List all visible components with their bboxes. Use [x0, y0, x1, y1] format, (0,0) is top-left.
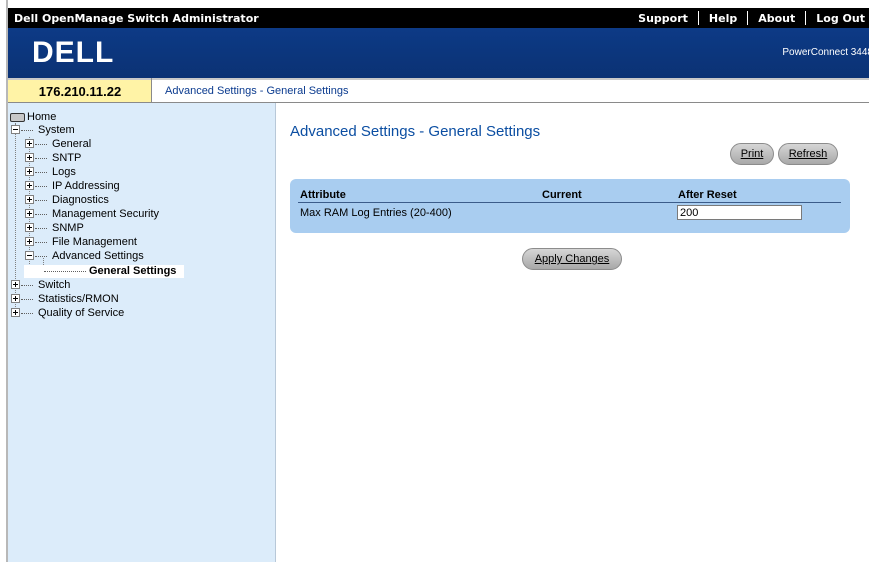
after-reset-input[interactable]: [677, 205, 802, 220]
tree-item-statistics-rmon[interactable]: Statistics/RMON: [11, 293, 119, 306]
tree-label: Management Security: [52, 208, 159, 220]
tree-connector: [35, 213, 47, 215]
header-banner: DELL PowerConnect 3448: [8, 28, 869, 78]
expand-icon[interactable]: [25, 222, 34, 232]
tree-label: General: [52, 138, 92, 150]
tree-item-quality-of-service[interactable]: Quality of Service: [11, 307, 124, 320]
tree-connector: [35, 157, 47, 159]
tree-item-file-management[interactable]: File Management: [25, 236, 137, 249]
header-divider: [298, 202, 841, 203]
tree-item-general-settings[interactable]: General Settings: [24, 265, 184, 278]
support-link[interactable]: Support: [628, 12, 698, 25]
tree-item-logs[interactable]: Logs: [25, 166, 76, 179]
dell-logo-text: DELL: [32, 36, 114, 66]
column-header-after-reset: After Reset: [678, 189, 737, 201]
tree-connector: [35, 241, 47, 243]
window-left-edge: [0, 0, 8, 562]
tree-connector: [21, 312, 33, 314]
tree-label: Diagnostics: [52, 194, 109, 206]
help-link[interactable]: Help: [699, 12, 747, 25]
top-links: Support Help About Log Out: [628, 8, 869, 28]
tree-connector: [35, 227, 47, 229]
expand-icon[interactable]: [11, 279, 20, 289]
expand-icon[interactable]: [25, 180, 34, 190]
tree-item-home[interactable]: Home: [10, 111, 56, 124]
tree-connector: [35, 199, 47, 201]
column-header-current: Current: [542, 189, 582, 201]
tree-connector: [35, 143, 47, 145]
tree-item-system[interactable]: System: [11, 124, 75, 137]
nav-tree: Home System General SNTP Logs IP Address…: [8, 103, 276, 562]
tree-label: Switch: [38, 279, 71, 291]
table-row-attribute: Max RAM Log Entries (20-400): [300, 207, 452, 219]
top-bar: Dell OpenManage Switch Administrator Sup…: [8, 8, 869, 28]
tree-item-diagnostics[interactable]: Diagnostics: [25, 194, 109, 207]
tree-connector: [21, 129, 33, 131]
tree-item-advanced-settings[interactable]: Advanced Settings: [25, 250, 144, 263]
tree-item-general[interactable]: General: [25, 138, 91, 151]
tree-item-ip-addressing[interactable]: IP Addressing: [25, 180, 120, 193]
tree-item-management-security[interactable]: Management Security: [25, 208, 159, 221]
expand-icon[interactable]: [11, 307, 20, 317]
page-title: Advanced Settings - General Settings: [290, 123, 541, 140]
model-name: PowerConnect 3448: [782, 47, 869, 58]
tree-label: Logs: [52, 166, 76, 178]
tree-item-switch[interactable]: Switch: [11, 279, 70, 292]
tree-item-snmp[interactable]: SNMP: [25, 222, 84, 235]
tree-label: System: [38, 124, 75, 136]
collapse-icon[interactable]: [25, 250, 34, 260]
tree-connector: [35, 255, 47, 257]
tree-connector: [35, 171, 47, 173]
expand-icon[interactable]: [25, 208, 34, 218]
home-drive-icon: [10, 112, 25, 122]
expand-icon[interactable]: [25, 236, 34, 246]
expand-icon[interactable]: [25, 166, 34, 176]
column-header-attribute: Attribute: [300, 189, 346, 201]
expand-icon[interactable]: [25, 138, 34, 148]
expand-icon[interactable]: [25, 152, 34, 162]
tree-connector: [44, 271, 86, 272]
tree-label: File Management: [52, 236, 137, 248]
about-link[interactable]: About: [748, 12, 805, 25]
expand-icon[interactable]: [11, 293, 20, 303]
tree-connector: [21, 298, 33, 300]
logout-link[interactable]: Log Out: [806, 12, 869, 25]
tree-label: SNMP: [52, 222, 84, 234]
apply-changes-button[interactable]: Apply Changes: [522, 248, 622, 270]
tree-label: SNTP: [52, 152, 82, 164]
refresh-button[interactable]: Refresh: [778, 143, 838, 165]
dell-logo: DELL: [32, 36, 114, 66]
tree-label: Advanced Settings: [52, 250, 144, 262]
tree-label: IP Addressing: [52, 180, 120, 192]
tree-connector: [35, 185, 47, 187]
collapse-icon[interactable]: [11, 124, 20, 134]
breadcrumb: Advanced Settings - General Settings: [152, 78, 869, 103]
tree-label: Quality of Service: [38, 307, 125, 319]
expand-icon[interactable]: [25, 194, 34, 204]
app-title: Dell OpenManage Switch Administrator: [14, 12, 259, 25]
tree-connector: [21, 284, 33, 286]
device-ip: 176.210.11.22: [8, 78, 152, 103]
tree-label: Statistics/RMON: [38, 293, 119, 305]
print-button[interactable]: Print: [730, 143, 774, 165]
tree-item-sntp[interactable]: SNTP: [25, 152, 81, 165]
breadcrumb-text: Advanced Settings - General Settings: [165, 85, 349, 97]
tree-label: Home: [27, 111, 57, 123]
tree-label-selected: General Settings: [89, 265, 177, 277]
